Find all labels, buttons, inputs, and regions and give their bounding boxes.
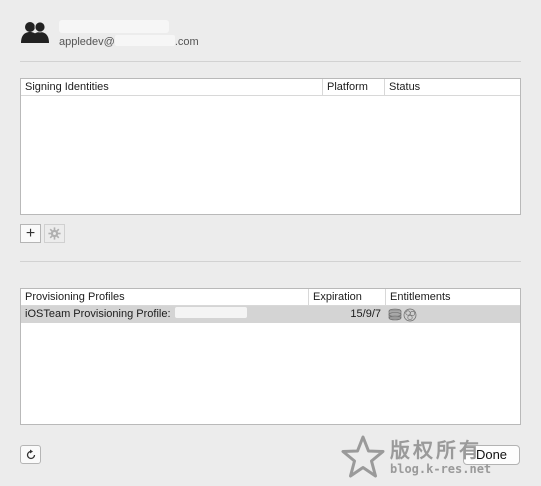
- account-email: appledev@ .com: [59, 35, 199, 48]
- done-button[interactable]: Done: [463, 445, 520, 465]
- table-header: Provisioning Profiles Expiration Entitle…: [21, 289, 520, 306]
- profile-name-cell: iOSTeam Provisioning Profile:: [25, 306, 305, 323]
- group-avatar-icon: [21, 21, 49, 43]
- gear-icon: [48, 227, 61, 240]
- column-header-expiration[interactable]: Expiration: [308, 289, 385, 305]
- column-header-entitlements[interactable]: Entitlements: [385, 289, 520, 305]
- account-header: appledev@ .com: [20, 18, 500, 50]
- separator: [20, 61, 521, 62]
- profile-name: iOSTeam Provisioning Profile:: [25, 308, 171, 320]
- star-icon: [341, 435, 385, 478]
- profile-expiration: 15/9/7: [350, 308, 381, 320]
- table-header: Signing Identities Platform Status: [21, 79, 520, 96]
- column-header-signing-identities[interactable]: Signing Identities: [21, 79, 322, 95]
- identity-settings-button[interactable]: [44, 224, 65, 243]
- column-header-status[interactable]: Status: [384, 79, 520, 95]
- signing-identities-table[interactable]: Signing Identities Platform Status: [20, 78, 521, 215]
- add-identity-button[interactable]: +: [20, 224, 41, 243]
- provisioning-profiles-table[interactable]: Provisioning Profiles Expiration Entitle…: [20, 288, 521, 425]
- refresh-icon: [26, 449, 35, 459]
- entitlements-icon: [387, 306, 421, 323]
- column-header-platform[interactable]: Platform: [322, 79, 384, 95]
- account-name: [59, 18, 169, 34]
- refresh-button[interactable]: [20, 445, 41, 464]
- column-header-provisioning-profiles[interactable]: Provisioning Profiles: [21, 289, 308, 305]
- table-row[interactable]: iOSTeam Provisioning Profile: 15/9/7: [21, 306, 520, 323]
- separator: [20, 261, 521, 262]
- plus-icon: +: [25, 224, 36, 242]
